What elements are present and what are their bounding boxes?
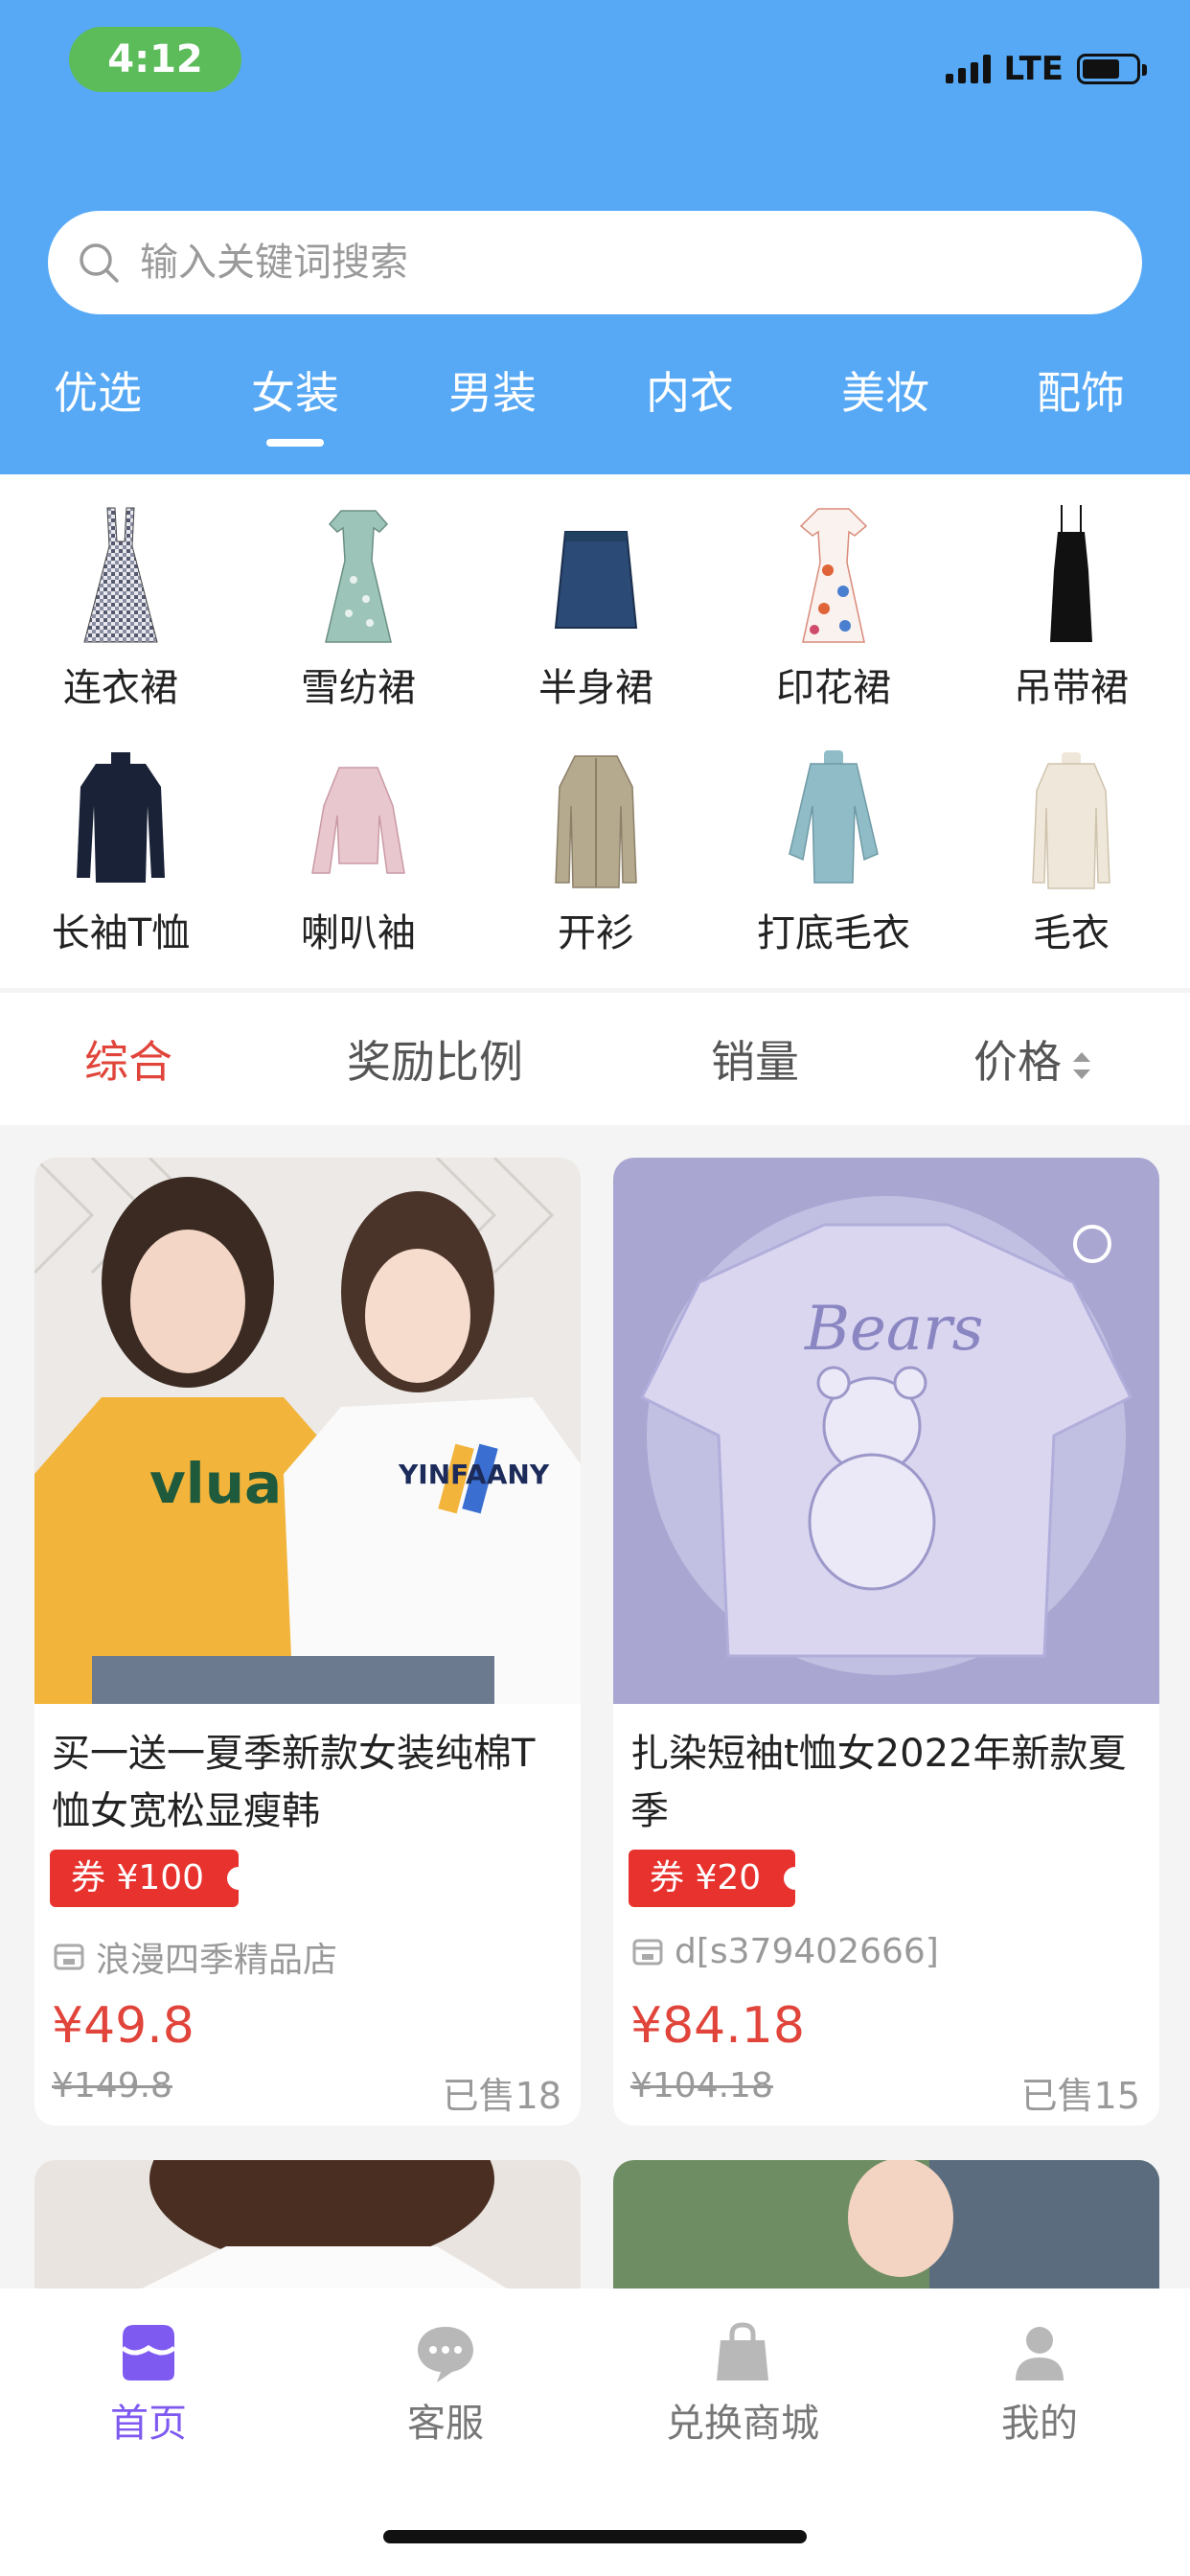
tab-home-label: 首页 [110, 2402, 187, 2446]
denim-skirt-image [554, 531, 638, 629]
product-title: 扎染短袖t恤女2022年新款夏季 [630, 1732, 1127, 1833]
tab-accessories[interactable]: 配饰 [983, 364, 1179, 450]
tab-profile-label: 我的 [1001, 2402, 1078, 2446]
sold-count: 已售15 [1020, 2075, 1140, 2117]
subcat-label: 半身裙 [538, 666, 653, 710]
tab-service[interactable]: 客服 [297, 2319, 594, 2448]
coupon-badge: 券 ¥20 [629, 1850, 808, 1907]
signal-icon [945, 55, 991, 83]
sort-overall[interactable]: 综合 [84, 1027, 172, 1091]
sort-reward[interactable]: 奖励比例 [347, 1027, 523, 1091]
subcat-slip[interactable]: 吊带裙 [952, 484, 1190, 714]
tab-exchange-label: 兑换商城 [666, 2402, 819, 2446]
original-price: ¥104.18 [630, 2066, 773, 2105]
subcat-label: 喇叭袖 [301, 911, 416, 955]
chat-icon [418, 2327, 473, 2382]
original-price: ¥149.8 [52, 2066, 172, 2105]
tab-beauty[interactable]: 美妆 [788, 364, 983, 450]
product-image: Bears [613, 1158, 1159, 1704]
tab-womens[interactable]: 女装 [197, 364, 393, 450]
search-icon [80, 243, 119, 283]
subcat-label: 毛衣 [1033, 911, 1110, 955]
network-label: LTE [1003, 50, 1064, 88]
print-dress-image [799, 508, 868, 643]
chiffon-dress-image [325, 510, 392, 643]
battery-icon [1077, 54, 1147, 84]
tab-profile[interactable]: 我的 [891, 2319, 1188, 2448]
shirt-print: Bears [804, 1294, 984, 1365]
subcat-label: 吊带裙 [1014, 666, 1129, 710]
subcat-label: 连衣裙 [63, 666, 178, 710]
store-icon [632, 1939, 663, 1965]
subcat-chiffon[interactable]: 雪纺裙 [240, 484, 477, 714]
product-title: 买一送一夏季新款女装纯棉T恤女宽松显瘦韩 [52, 1732, 536, 1833]
tab-youxuan[interactable]: 优选 [0, 364, 195, 450]
tab-home[interactable]: 首页 [0, 2319, 297, 2448]
subcat-skirt[interactable]: 半身裙 [477, 484, 715, 714]
subcat-flare-sleeve[interactable]: 喇叭袖 [240, 729, 477, 959]
shirt-print-2: YINFAANY [398, 1459, 550, 1490]
subcat-base-sweater[interactable]: 打底毛衣 [715, 729, 952, 959]
base-sweater-image [789, 750, 879, 884]
shop-icon [121, 2325, 176, 2380]
subcategory-grid: 连衣裙 雪纺裙 半身裙 印花裙 吊带裙 长袖T恤 喇叭袖 开衫 打底毛衣 毛衣 [0, 474, 1190, 988]
product-card[interactable]: Bears 扎染短袖t恤女2022年新款夏季 券 ¥20 d[s37940266… [613, 1158, 1159, 2126]
store-info[interactable]: 浪漫四季精品店 [52, 1932, 337, 1982]
status-time: 4:12 [69, 27, 241, 92]
sort-sales[interactable]: 销量 [711, 1027, 799, 1091]
product-card[interactable]: vluae YINFAANY 买一送一夏季新款女装纯棉T恤女宽松显瘦韩 券 ¥1… [34, 1158, 581, 2126]
sort-price-label: 价格 [973, 1036, 1062, 1088]
subcat-label: 雪纺裙 [301, 666, 416, 710]
subcat-dress[interactable]: 连衣裙 [2, 484, 240, 714]
store-info[interactable]: d[s379402666] [630, 1932, 939, 1971]
search-input[interactable] [138, 240, 1142, 286]
subcat-cardigan[interactable]: 开衫 [477, 729, 715, 959]
store-name: 浪漫四季精品店 [96, 1941, 338, 1980]
tab-service-label: 客服 [407, 2402, 484, 2446]
coupon-badge: 券 ¥100 [50, 1850, 251, 1907]
turtleneck-image [77, 752, 165, 883]
status-indicators: LTE [945, 50, 1147, 88]
sweater-image [1032, 752, 1110, 889]
subcat-longsleeve[interactable]: 长袖T恤 [2, 729, 240, 959]
flare-sleeve-top-image [311, 767, 405, 874]
subcat-label: 打底毛衣 [757, 911, 910, 955]
store-icon [54, 1944, 84, 1970]
home-indicator [383, 2530, 807, 2543]
plaid-dress-image [83, 507, 158, 643]
search-bar[interactable] [48, 211, 1142, 314]
subcat-label: 印花裙 [776, 666, 891, 710]
subcat-label: 开衫 [558, 911, 634, 955]
sort-bar: 综合 奖励比例 销量 价格 [0, 993, 1190, 1125]
sold-count: 已售18 [442, 2075, 561, 2117]
subcat-print[interactable]: 印花裙 [715, 484, 952, 714]
sort-arrows-icon [1073, 1051, 1090, 1079]
store-name: d[s379402666] [675, 1932, 939, 1971]
header: 4:12 LTE 优选 女装 男装 内衣 美妆 配饰 [0, 0, 1190, 474]
tab-mens[interactable]: 男装 [395, 364, 590, 450]
category-tabs: 优选 女装 男装 内衣 美妆 配饰 [0, 364, 1190, 460]
subcat-label: 长袖T恤 [51, 911, 191, 955]
slip-dress-image [1050, 505, 1092, 642]
subcat-sweater[interactable]: 毛衣 [952, 729, 1190, 959]
sort-price[interactable]: 价格 [973, 1027, 1092, 1091]
product-image: vluae YINFAANY [34, 1158, 581, 1704]
user-icon [1016, 2327, 1064, 2380]
cardigan-image [555, 755, 637, 888]
shopping-bag-icon [717, 2322, 768, 2380]
tab-exchange[interactable]: 兑换商城 [594, 2319, 891, 2448]
product-price: ¥49.8 [52, 1997, 195, 2055]
product-price: ¥84.18 [630, 1997, 805, 2055]
tab-underwear[interactable]: 内衣 [592, 364, 788, 450]
